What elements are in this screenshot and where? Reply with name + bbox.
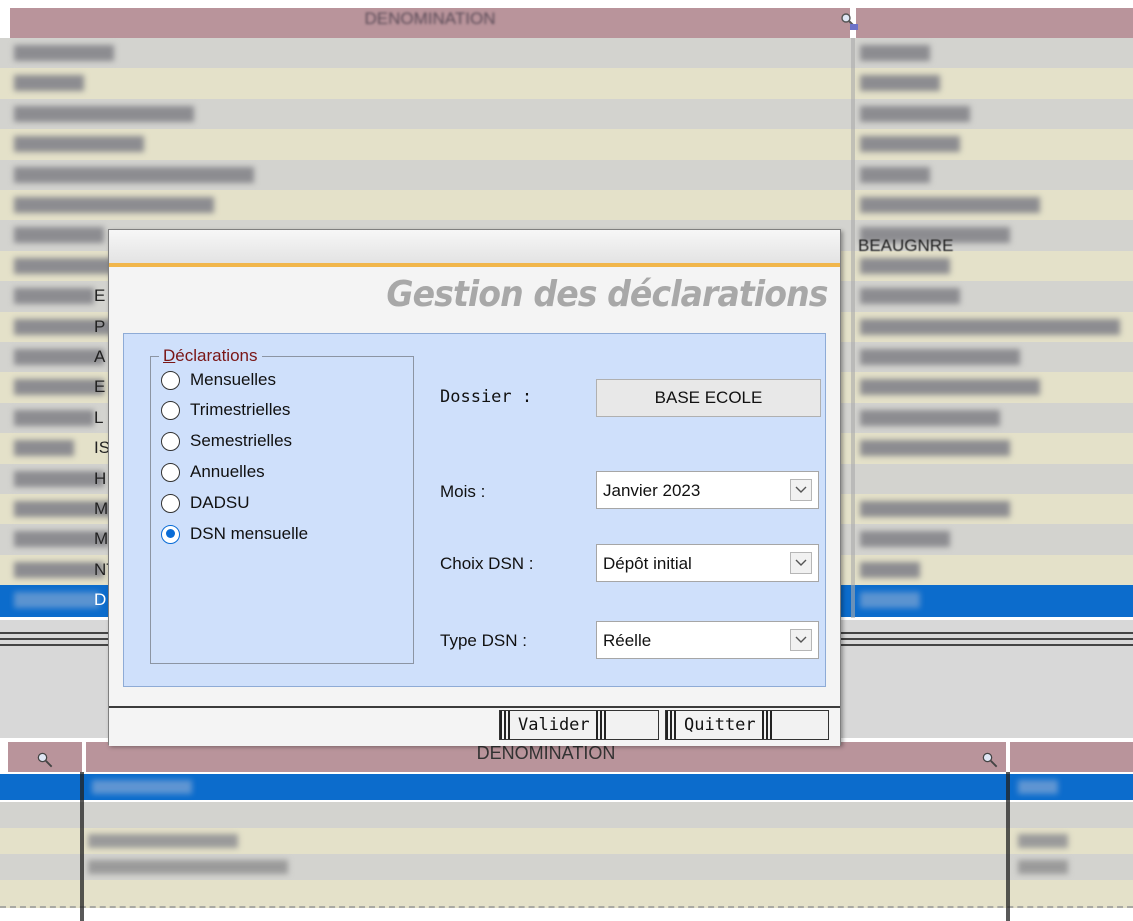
button-grip-icon (666, 711, 678, 739)
radio-button-icon[interactable] (161, 400, 180, 420)
table-row[interactable] (0, 190, 1133, 224)
button-grip-icon (500, 711, 512, 739)
table-row[interactable] (0, 98, 1133, 133)
chevron-down-icon[interactable] (790, 479, 812, 501)
grid-cell-text: M (94, 499, 109, 518)
column-separator (1006, 772, 1010, 921)
column-header-right[interactable] (1010, 742, 1133, 772)
grid-cell-text: L (94, 407, 104, 427)
radio-button-icon[interactable] (161, 370, 180, 390)
table-row[interactable] (0, 828, 1133, 856)
background-grid-bottom: DENOMINATION (0, 742, 1133, 921)
declarations-dialog: Gestion des déclarations Déclarations Me… (108, 229, 841, 746)
column-header-right[interactable] (856, 8, 1133, 38)
form-panel: Déclarations Mensuelles Trimestrielles S… (123, 333, 826, 687)
valider-button[interactable]: Valider (499, 710, 659, 740)
choix-dsn-select[interactable]: Dépôt initial (596, 544, 819, 582)
chevron-down-icon[interactable] (790, 629, 812, 651)
dialog-footer: Valider Quitter (109, 706, 840, 746)
column-separator (851, 38, 855, 618)
dialog-title: Gestion des déclarations (386, 274, 829, 315)
table-row[interactable] (0, 38, 1133, 72)
table-row[interactable] (0, 129, 1133, 164)
grid-cell-text: H (94, 468, 107, 488)
dossier-label: Dossier : (440, 387, 533, 407)
choix-dsn-value: Dépôt initial (603, 554, 692, 573)
chevron-down-icon[interactable] (790, 552, 812, 574)
mois-select[interactable]: Janvier 2023 (596, 471, 819, 509)
declarations-group: Déclarations Mensuelles Trimestrielles S… (150, 346, 414, 664)
radio-mensuelles[interactable]: Mensuelles (161, 365, 276, 395)
radio-semestrielles[interactable]: Semestrielles (161, 426, 292, 456)
table-row[interactable] (0, 68, 1133, 103)
table-row[interactable] (0, 159, 1133, 194)
column-separator (80, 772, 84, 921)
grid-cell-text: A (94, 347, 106, 366)
grid-cell-text: D (94, 590, 107, 610)
column-header-denomination[interactable]: DENOMINATION (10, 8, 850, 38)
table-row[interactable] (0, 854, 1133, 882)
radio-dadsu[interactable]: DADSU (161, 488, 250, 518)
radio-dsn-mensuelle[interactable]: DSN mensuelle (161, 519, 308, 549)
type-dsn-select[interactable]: Réelle (596, 621, 819, 659)
radio-trimestrielles[interactable]: Trimestrielles (161, 395, 290, 425)
button-grip-icon (595, 711, 608, 739)
type-dsn-label: Type DSN : (440, 631, 527, 650)
table-row[interactable] (0, 802, 1133, 830)
dossier-value: BASE ECOLE (596, 379, 821, 417)
title-divider (109, 263, 840, 267)
radio-button-icon[interactable] (161, 493, 180, 513)
mois-value: Janvier 2023 (603, 481, 701, 500)
button-grip-icon (761, 711, 774, 739)
radio-button-checked-icon[interactable] (161, 524, 180, 544)
column-header-denomination[interactable]: DENOMINATION (86, 742, 1006, 772)
group-legend: Déclarations (159, 346, 262, 366)
grid-cell-text: BEAUGNRE (858, 236, 954, 255)
choix-dsn-label: Choix DSN : (440, 554, 534, 573)
grid-cell-text: P (94, 316, 106, 336)
grid-cell-text: M (94, 529, 109, 549)
radio-button-icon[interactable] (161, 431, 180, 451)
magnifier-icon[interactable] (35, 750, 55, 770)
radio-annuelles[interactable]: Annuelles (161, 457, 265, 487)
dialog-titlebar[interactable] (109, 230, 840, 263)
grid-cell-text: E (94, 286, 106, 306)
grid-cell-text: E (94, 377, 106, 397)
type-dsn-value: Réelle (603, 631, 652, 650)
quitter-button[interactable]: Quitter (665, 710, 829, 740)
table-row[interactable] (0, 880, 1133, 908)
mois-label: Mois : (440, 482, 486, 501)
table-row[interactable] (0, 774, 1133, 800)
magnifier-icon[interactable] (980, 750, 1000, 770)
radio-button-icon[interactable] (161, 462, 180, 482)
magnifier-icon[interactable] (836, 10, 860, 34)
column-header-label: DENOMINATION (476, 743, 616, 763)
column-header-search[interactable] (8, 742, 82, 772)
column-header-label: DENOMINATION (364, 9, 496, 28)
